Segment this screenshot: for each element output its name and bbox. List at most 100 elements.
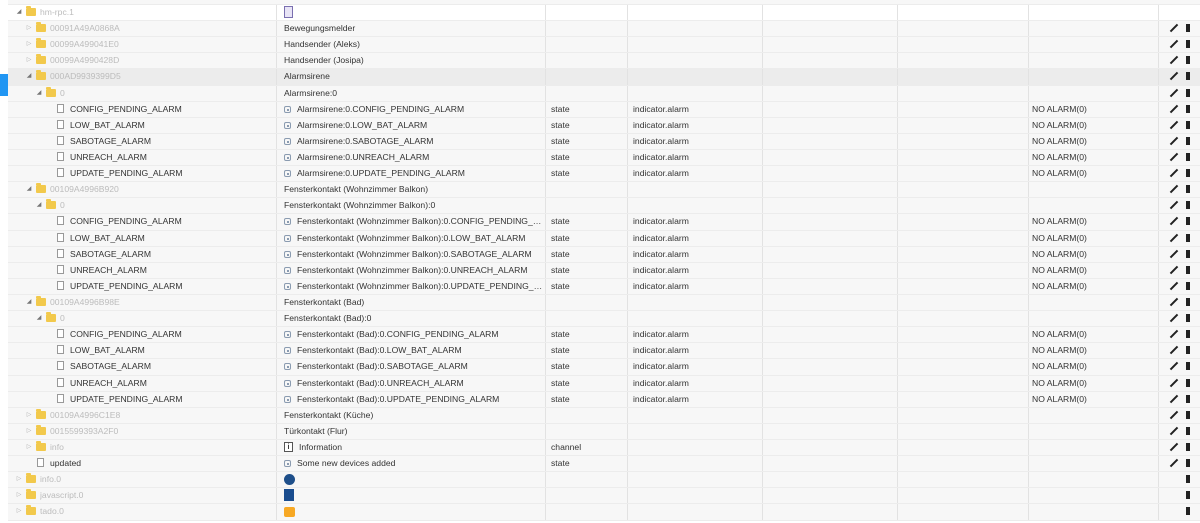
pencil-icon[interactable] xyxy=(1170,346,1178,354)
object-id[interactable]: 0 xyxy=(60,198,275,213)
pencil-icon[interactable] xyxy=(1170,250,1178,258)
delete-icon[interactable] xyxy=(1186,185,1190,194)
pencil-icon[interactable] xyxy=(1170,379,1178,387)
cell-value[interactable] xyxy=(1029,423,1159,439)
table-row[interactable]: ◢ 0 Fensterkontakt (Wohnzimmer Balkon):0 xyxy=(8,198,1200,215)
delete-icon[interactable] xyxy=(1186,40,1190,49)
object-id[interactable]: info xyxy=(50,440,275,455)
pencil-icon[interactable] xyxy=(1170,72,1178,80)
table-row[interactable]: CONFIG_PENDING_ALARM Fensterkontakt (Wohn… xyxy=(8,214,1200,231)
expand-open-icon[interactable]: ◢ xyxy=(34,311,44,326)
pencil-icon[interactable] xyxy=(1170,56,1178,64)
table-row[interactable]: UPDATE_PENDING_ALARM Alarmsirene:0.UPDATE… xyxy=(8,166,1200,183)
expand-closed-icon[interactable]: ▷ xyxy=(24,21,34,36)
pencil-icon[interactable] xyxy=(1170,314,1178,322)
table-row[interactable]: LOW_BAT_ALARM Fensterkontakt (Bad):0.LOW_… xyxy=(8,343,1200,360)
object-id[interactable]: hm-rpc.1 xyxy=(40,5,275,20)
pencil-icon[interactable] xyxy=(1170,105,1178,113)
pencil-icon[interactable] xyxy=(1170,427,1178,435)
object-id[interactable]: UPDATE_PENDING_ALARM xyxy=(70,166,275,181)
table-row[interactable]: ▷ 00099A499041E0 Handsender (Aleks) xyxy=(8,37,1200,54)
object-id[interactable]: 0015599393A2F0 xyxy=(50,424,275,439)
object-id[interactable]: LOW_BAT_ALARM xyxy=(70,231,275,246)
cell-value[interactable]: NO ALARM(0) xyxy=(1029,278,1159,294)
delete-icon[interactable] xyxy=(1186,201,1190,210)
object-id[interactable]: 0 xyxy=(60,311,275,326)
object-id[interactable]: SABOTAGE_ALARM xyxy=(70,134,275,149)
object-id[interactable]: LOW_BAT_ALARM xyxy=(70,118,275,133)
cell-value[interactable] xyxy=(1029,5,1159,21)
table-row[interactable]: ▷ javascript.0 xyxy=(8,488,1200,505)
delete-icon[interactable] xyxy=(1186,169,1190,178)
object-id[interactable]: 000AD9939399D5 xyxy=(50,69,275,84)
delete-icon[interactable] xyxy=(1186,152,1190,161)
delete-icon[interactable] xyxy=(1186,426,1190,435)
cell-value[interactable]: NO ALARM(0) xyxy=(1029,101,1159,117)
expand-open-icon[interactable]: ◢ xyxy=(14,5,24,20)
object-id[interactable]: UPDATE_PENDING_ALARM xyxy=(70,392,275,407)
cell-value[interactable] xyxy=(1029,53,1159,69)
cell-value[interactable] xyxy=(1029,488,1159,504)
expand-closed-icon[interactable]: ▷ xyxy=(24,37,34,52)
object-id[interactable]: UNREACH_ALARM xyxy=(70,376,275,391)
pencil-icon[interactable] xyxy=(1170,234,1178,242)
table-row[interactable]: ▷ info i Information channel xyxy=(8,439,1200,457)
expand-closed-icon[interactable]: ▷ xyxy=(24,408,34,423)
cell-value[interactable] xyxy=(1029,182,1159,198)
table-row[interactable]: CONFIG_PENDING_ALARM Fensterkontakt (Bad)… xyxy=(8,327,1200,344)
pencil-icon[interactable] xyxy=(1170,201,1178,209)
cell-value[interactable] xyxy=(1029,85,1159,101)
delete-icon[interactable] xyxy=(1186,410,1190,419)
object-id[interactable]: 00099A499041E0 xyxy=(50,37,275,52)
delete-icon[interactable] xyxy=(1186,394,1190,403)
expand-open-icon[interactable]: ◢ xyxy=(34,198,44,213)
pencil-icon[interactable] xyxy=(1170,298,1178,306)
object-id[interactable]: UNREACH_ALARM xyxy=(70,150,275,165)
object-id[interactable]: CONFIG_PENDING_ALARM xyxy=(70,102,275,117)
object-id[interactable]: UNREACH_ALARM xyxy=(70,263,275,278)
expand-open-icon[interactable]: ◢ xyxy=(34,86,44,101)
expand-open-icon[interactable]: ◢ xyxy=(24,295,34,310)
table-row[interactable]: SABOTAGE_ALARM Fensterkontakt (Bad):0.SAB… xyxy=(8,359,1200,376)
expand-closed-icon[interactable]: ▷ xyxy=(14,472,24,487)
object-id[interactable]: 00099A4990428D xyxy=(50,53,275,68)
delete-icon[interactable] xyxy=(1186,442,1190,451)
pencil-icon[interactable] xyxy=(1170,443,1178,451)
table-row[interactable]: ◢ 0 Alarmsirene:0 xyxy=(8,85,1200,102)
delete-icon[interactable] xyxy=(1186,249,1190,258)
table-row[interactable]: ◢ 0 Fensterkontakt (Bad):0 xyxy=(8,311,1200,328)
object-id[interactable]: LOW_BAT_ALARM xyxy=(70,343,275,358)
cell-value[interactable]: NO ALARM(0) xyxy=(1029,149,1159,166)
cell-value[interactable] xyxy=(1029,37,1159,53)
table-row[interactable]: updated Some new devices added state xyxy=(8,456,1200,473)
object-id[interactable]: 00109A4996B920 xyxy=(50,182,275,197)
delete-icon[interactable] xyxy=(1186,72,1190,81)
delete-icon[interactable] xyxy=(1186,491,1190,500)
pencil-icon[interactable] xyxy=(1170,362,1178,370)
table-row[interactable]: UPDATE_PENDING_ALARM Fensterkontakt (Bad)… xyxy=(8,391,1200,408)
cell-value[interactable] xyxy=(1029,456,1159,472)
table-row[interactable]: ▷ 00099A4990428D Handsender (Josipa) xyxy=(8,53,1200,70)
object-id[interactable]: javascript.0 xyxy=(40,488,275,503)
delete-icon[interactable] xyxy=(1186,507,1190,516)
cell-value[interactable] xyxy=(1029,21,1159,37)
table-row[interactable]: SABOTAGE_ALARM Fensterkontakt (Wohnzimmer… xyxy=(8,246,1200,263)
table-row[interactable]: UNREACH_ALARM Alarmsirene:0.UNREACH_ALARM… xyxy=(8,149,1200,167)
cell-value[interactable]: NO ALARM(0) xyxy=(1029,246,1159,262)
object-id[interactable]: 00109A4996C1E8 xyxy=(50,408,275,423)
table-row[interactable]: ◢ hm-rpc.1 xyxy=(8,5,1200,22)
table-row[interactable]: ▷ 0015599393A2F0 Türkontakt (Flur) xyxy=(8,423,1200,440)
delete-icon[interactable] xyxy=(1186,56,1190,65)
cell-value[interactable] xyxy=(1029,472,1159,488)
expand-closed-icon[interactable]: ▷ xyxy=(24,424,34,439)
object-id[interactable]: 0 xyxy=(60,86,275,101)
delete-icon[interactable] xyxy=(1186,88,1190,97)
pencil-icon[interactable] xyxy=(1170,459,1178,467)
expand-closed-icon[interactable]: ▷ xyxy=(24,53,34,68)
delete-icon[interactable] xyxy=(1186,362,1190,371)
cell-value[interactable]: NO ALARM(0) xyxy=(1029,230,1159,246)
expand-closed-icon[interactable]: ▷ xyxy=(24,440,34,455)
object-id[interactable]: 00109A4996B98E xyxy=(50,295,275,310)
cell-value[interactable]: NO ALARM(0) xyxy=(1029,262,1159,278)
expand-closed-icon[interactable]: ▷ xyxy=(14,504,24,519)
